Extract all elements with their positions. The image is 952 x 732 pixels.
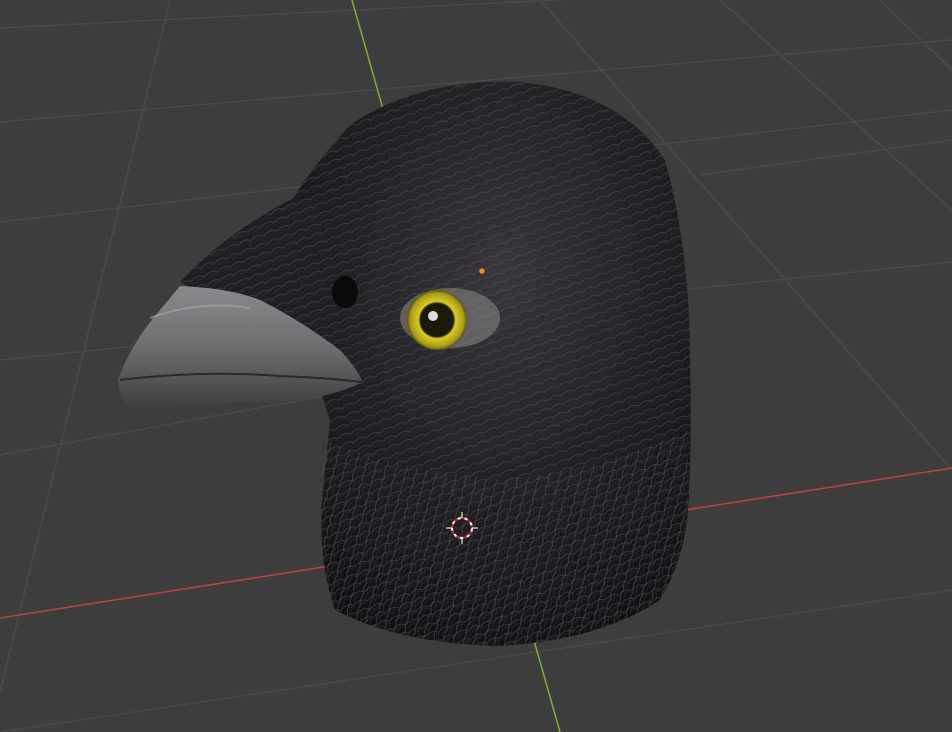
crow-head-model[interactable] <box>118 81 691 646</box>
object-origin-dot <box>478 267 486 275</box>
3d-viewport[interactable] <box>0 0 952 732</box>
crow-nostril <box>332 276 358 308</box>
viewport-canvas[interactable] <box>0 0 952 732</box>
